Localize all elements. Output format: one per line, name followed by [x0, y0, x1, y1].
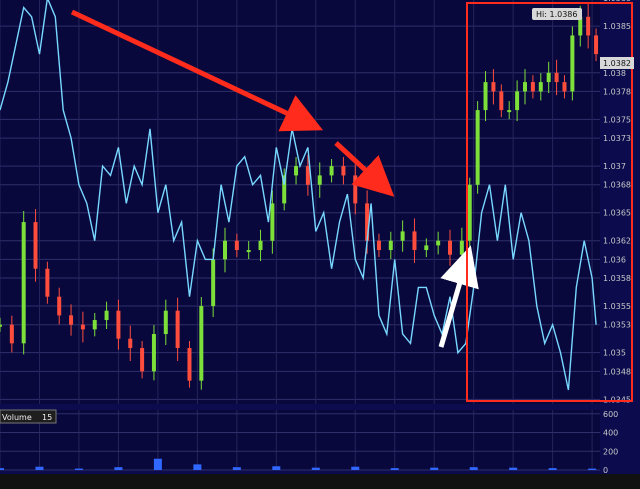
price-candle-body: [530, 82, 535, 92]
price-candle-body: [9, 324, 14, 344]
price-candle-body: [234, 240, 239, 251]
price-candle-body: [523, 82, 527, 92]
volume-y-tick-label: 400: [603, 429, 618, 438]
price-candle-body: [554, 72, 559, 83]
volume-bar: [351, 466, 360, 470]
price-y-tick-label: 1.0348: [603, 367, 631, 376]
price-candle-body: [475, 110, 480, 185]
price-candle-body: [223, 240, 227, 260]
volume-bar: [509, 467, 518, 470]
price-candle-body: [515, 91, 520, 111]
price-y-tick-label: 1.0365: [603, 209, 631, 218]
price-candle-body: [388, 240, 393, 251]
price-candle-body: [562, 82, 567, 92]
price-candle-body: [376, 240, 381, 251]
volume-y-tick-label: 0: [603, 466, 608, 475]
price-y-tick-label: 1.0368: [603, 181, 631, 190]
price-y-tick-label: 1.0353: [603, 321, 631, 330]
price-candle-body: [151, 334, 156, 372]
price-candle-body: [546, 72, 551, 83]
price-candle-body: [412, 231, 417, 251]
volume-bar: [272, 466, 281, 470]
price-candle-body: [69, 315, 74, 325]
price-candle-body: [92, 320, 97, 330]
price-candle-body: [140, 348, 145, 372]
volume-bar: [153, 458, 162, 470]
price-panel: [0, 0, 600, 404]
price-candle-body: [0, 324, 2, 327]
volume-label: Volume: [2, 413, 32, 422]
price-y-tick-label: 1.038: [603, 69, 626, 78]
price-candle-body: [128, 338, 133, 349]
volume-bar: [469, 467, 478, 470]
price-candle-body: [104, 310, 109, 321]
price-candle-body: [80, 324, 85, 330]
price-y-tick-label: 1.0355: [603, 302, 631, 311]
current-price-label: 1.0382: [603, 59, 631, 68]
volume-bar: [430, 467, 439, 470]
price-y-tick-label: 1.0358: [603, 274, 631, 283]
price-candle-body: [57, 296, 62, 316]
price-candle-body: [21, 222, 26, 344]
price-y-tick-label: 1.036: [603, 255, 626, 264]
price-candle-body: [467, 184, 472, 241]
price-candle-body: [507, 110, 512, 113]
price-candle-body: [436, 240, 441, 246]
volume-bar: [548, 468, 557, 470]
price-candle-body: [163, 310, 168, 335]
price-candle-body: [211, 259, 216, 307]
price-candle-body: [246, 250, 251, 253]
volume-bar: [114, 467, 123, 470]
price-candle-body: [499, 91, 504, 111]
price-candle-body: [116, 310, 121, 339]
price-y-tick-label: 1.0378: [603, 87, 631, 96]
volume-bar: [311, 467, 320, 470]
price-candle-body: [448, 240, 452, 255]
price-y-tick-label: 1.0345: [603, 395, 631, 404]
price-candle-body: [570, 35, 575, 92]
volume-bar: [390, 468, 399, 470]
chart-root: 1.03881.03851.0381.03781.03751.03731.037…: [0, 0, 640, 489]
price-candle-body: [45, 268, 50, 297]
chart-svg: 1.03881.03851.0381.03781.03751.03731.037…: [0, 0, 640, 489]
price-y-tick-label: 1.0362: [603, 237, 631, 246]
price-candle-body: [341, 166, 346, 176]
price-candle-body: [594, 35, 599, 55]
price-candle-body: [199, 306, 204, 381]
price-candle-body: [491, 82, 496, 92]
price-candle-body: [329, 166, 334, 176]
volume-y-tick-label: 200: [603, 447, 618, 456]
volume-period-label: 15: [42, 413, 52, 422]
price-y-tick-label: 1.0373: [603, 134, 631, 143]
price-y-tick-label: 1.035: [603, 349, 626, 358]
volume-bar: [232, 467, 241, 470]
price-candle-body: [175, 310, 180, 349]
volume-bar: [0, 468, 4, 470]
price-candle-body: [187, 348, 192, 381]
price-y-tick-label: 1.037: [603, 162, 626, 171]
volume-bar: [588, 468, 597, 470]
price-candle-body: [538, 82, 543, 92]
price-candle-body: [586, 16, 591, 36]
price-candle-body: [317, 175, 322, 185]
volume-bar: [35, 466, 44, 470]
volume-bar: [74, 468, 83, 470]
hi-label: Hi: 1.0386: [536, 10, 577, 19]
price-candle-body: [33, 222, 38, 269]
x-axis-strip: [0, 474, 640, 489]
price-y-tick-label: 1.0385: [603, 22, 631, 31]
price-y-tick-label: 1.0375: [603, 115, 631, 124]
volume-panel: [0, 410, 600, 470]
price-candle-body: [258, 240, 263, 251]
price-candle-body: [424, 245, 429, 251]
price-candle-body: [294, 166, 299, 176]
price-candle-body: [400, 231, 405, 241]
price-candle-body: [459, 240, 464, 255]
volume-bar: [193, 464, 202, 470]
volume-y-tick-label: 600: [603, 410, 618, 419]
price-candle-body: [353, 175, 358, 204]
price-candle-body: [483, 82, 488, 111]
price-candle-body: [270, 203, 275, 241]
